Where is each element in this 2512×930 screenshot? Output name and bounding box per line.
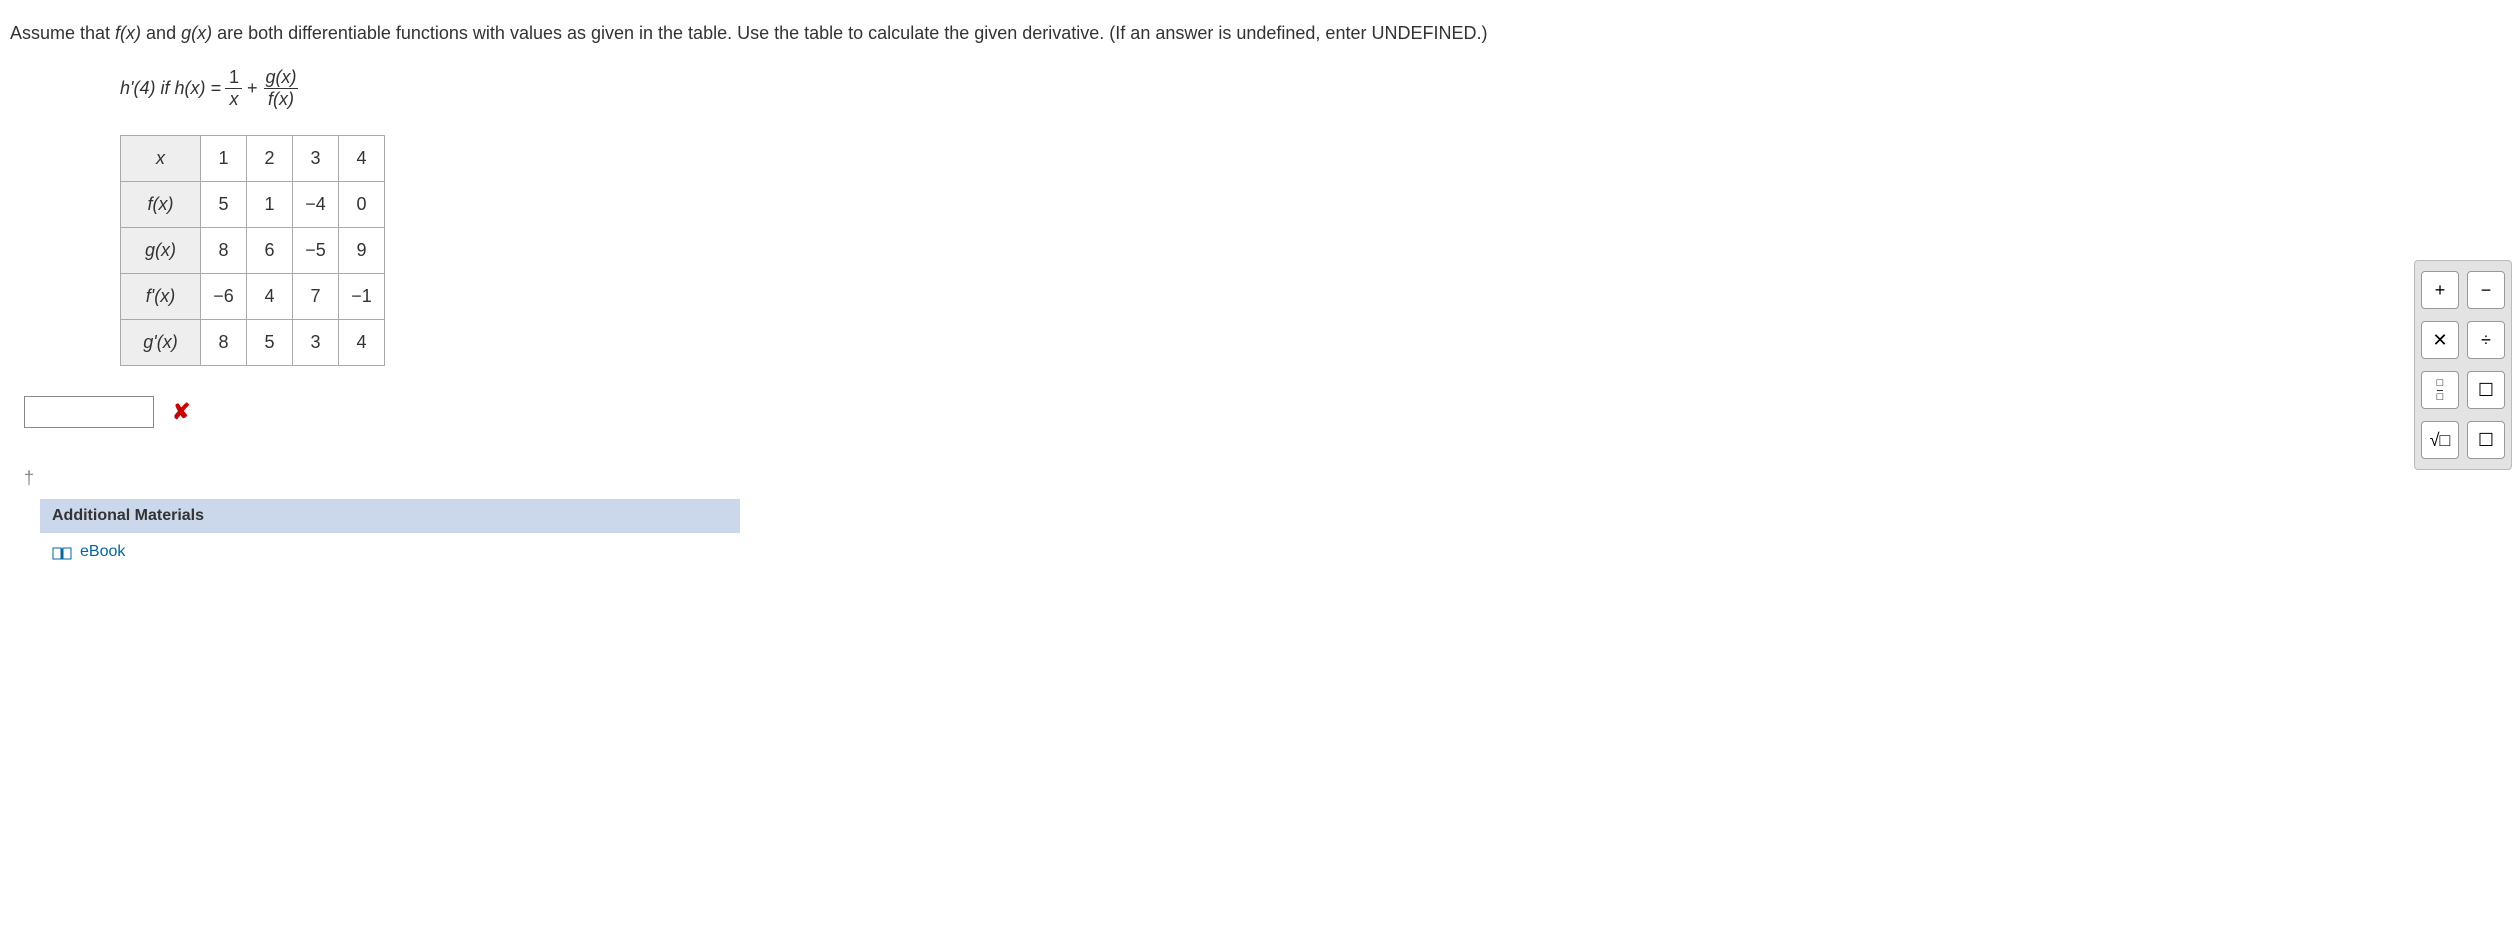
gx-symbol: g(x) [181, 23, 212, 43]
keypad-parens-button[interactable]: ☐ [2467, 371, 2505, 409]
table-cell: 1 [201, 136, 247, 182]
table-cell: 7 [293, 274, 339, 320]
ebook-row: eBook [40, 533, 740, 571]
fraction-den: x [225, 88, 242, 110]
keypad-divide-button[interactable]: ÷ [2467, 321, 2505, 359]
incorrect-icon: ✘ [172, 399, 190, 425]
keypad-plus-button[interactable]: + [2421, 271, 2459, 309]
additional-materials: Additional Materials eBook [40, 499, 740, 571]
prompt-text-after: are both differentiable functions with v… [212, 23, 1487, 43]
table-cell: 3 [293, 136, 339, 182]
row-label: x [121, 136, 201, 182]
table-cell: 0 [339, 182, 385, 228]
formula-lhs: h'(4) if h(x) = [120, 78, 221, 99]
table-cell: 5 [201, 182, 247, 228]
table-cell: 6 [247, 228, 293, 274]
table-cell: 8 [201, 228, 247, 274]
keypad-times-button[interactable]: ✕ [2421, 321, 2459, 359]
table-cell: 8 [201, 320, 247, 366]
keypad-sqrt-button[interactable]: √□ [2421, 421, 2459, 459]
table-cell: 3 [293, 320, 339, 366]
keypad-fraction-button[interactable]: □□ [2421, 371, 2459, 409]
additional-materials-header: Additional Materials [40, 499, 740, 533]
table-row: x1234 [121, 136, 385, 182]
row-label: g(x) [121, 228, 201, 274]
keypad-minus-button[interactable]: − [2467, 271, 2505, 309]
fraction-den: f(x) [264, 88, 298, 110]
table-cell: 1 [247, 182, 293, 228]
prompt-text-and: and [141, 23, 181, 43]
formula: h'(4) if h(x) = 1 x + g(x) f(x) [120, 67, 2502, 110]
ebook-link[interactable]: eBook [80, 543, 125, 561]
fraction-1-over-x: 1 x [225, 67, 243, 110]
values-table: x1234f(x)51−40g(x)86−59f'(x)−647−1g'(x)8… [120, 135, 385, 366]
dagger-symbol: † [24, 468, 2502, 489]
answer-input[interactable] [24, 396, 154, 428]
row-label: g'(x) [121, 320, 201, 366]
row-label: f(x) [121, 182, 201, 228]
table-cell: 4 [339, 136, 385, 182]
fraction-num: g(x) [262, 67, 301, 88]
table-cell: 2 [247, 136, 293, 182]
question-prompt: Assume that f(x) and g(x) are both diffe… [10, 20, 2502, 47]
table-row: f(x)51−40 [121, 182, 385, 228]
answer-row: ✘ [24, 396, 2502, 428]
fx-symbol: f(x) [115, 23, 141, 43]
fraction-gx-over-fx: g(x) f(x) [262, 67, 301, 110]
fraction-num: 1 [225, 67, 243, 88]
prompt-text-before: Assume that [10, 23, 115, 43]
table-cell: 4 [339, 320, 385, 366]
fraction-icon: □□ [2437, 378, 2444, 403]
book-icon [52, 545, 72, 559]
table-row: g'(x)8534 [121, 320, 385, 366]
table-cell: 9 [339, 228, 385, 274]
table-cell: 5 [247, 320, 293, 366]
table-cell: −6 [201, 274, 247, 320]
table-cell: −1 [339, 274, 385, 320]
table-row: f'(x)−647−1 [121, 274, 385, 320]
math-keypad: + − ✕ ÷ □□ ☐ √□ ☐ [2414, 260, 2512, 470]
table-cell: 4 [247, 274, 293, 320]
row-label: f'(x) [121, 274, 201, 320]
table-row: g(x)86−59 [121, 228, 385, 274]
table-cell: −4 [293, 182, 339, 228]
keypad-exponent-button[interactable]: ☐ [2467, 421, 2505, 459]
plus-sign: + [247, 78, 258, 99]
table-cell: −5 [293, 228, 339, 274]
